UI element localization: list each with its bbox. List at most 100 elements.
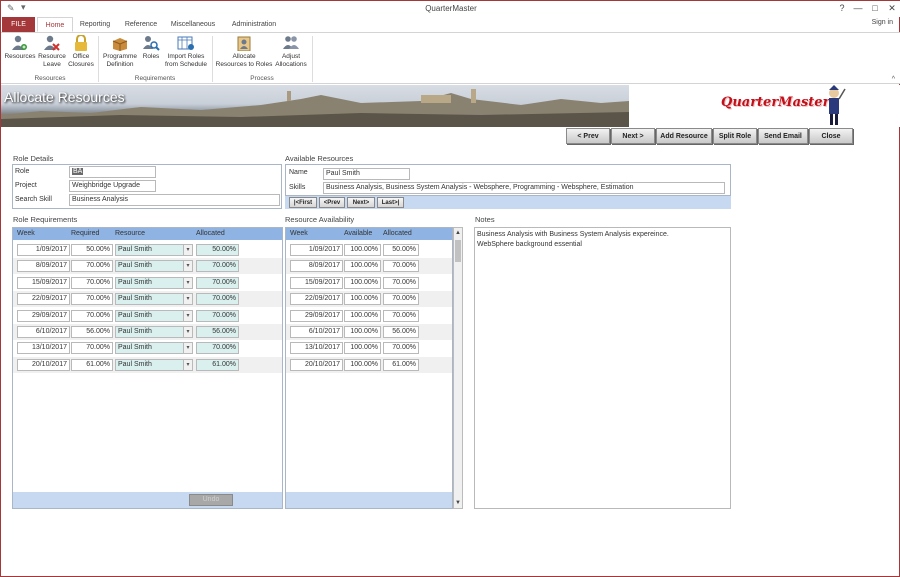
resources-button[interactable]: Resources (4, 35, 36, 61)
avail-allocated-cell[interactable]: 70.00% (383, 293, 419, 306)
notes-field[interactable]: Business Analysis with Business System A… (474, 227, 731, 509)
avail-allocated-cell[interactable]: 50.00% (383, 244, 419, 256)
tab-reporting[interactable]: Reporting (75, 17, 115, 32)
chevron-down-icon[interactable]: ▾ (183, 245, 192, 255)
resource-dropdown[interactable]: Paul Smith ▾ (115, 309, 193, 322)
office-closures-button[interactable]: Office Closures (67, 34, 95, 69)
avail-allocated-cell[interactable]: 61.00% (383, 358, 419, 371)
next-record-button[interactable]: Next> (347, 197, 375, 208)
allocated-cell[interactable]: 56.00% (196, 326, 239, 338)
allocated-cell[interactable]: 70.00% (196, 342, 239, 355)
close-button[interactable]: Close (809, 128, 853, 144)
chevron-down-icon[interactable]: ▾ (183, 261, 192, 272)
available-cell[interactable]: 100.00% (344, 342, 381, 355)
help-button[interactable]: ? (835, 3, 849, 13)
chevron-down-icon[interactable]: ▾ (183, 327, 192, 337)
allocated-cell[interactable]: 70.00% (196, 309, 239, 322)
week-cell[interactable]: 20/10/2017 (17, 358, 70, 371)
adjust-allocations-button[interactable]: Adjust Allocations (272, 35, 310, 69)
required-cell[interactable]: 70.00% (71, 260, 113, 273)
allocated-cell[interactable]: 50.00% (196, 244, 239, 256)
required-cell[interactable]: 61.00% (71, 358, 113, 371)
available-cell[interactable]: 100.00% (344, 358, 381, 371)
allocate-resources-button[interactable]: Allocate Resources to Roles (214, 35, 274, 69)
scroll-down-icon[interactable]: ▼ (454, 498, 462, 508)
name-field[interactable]: Paul Smith (323, 168, 410, 180)
required-cell[interactable]: 70.00% (71, 309, 113, 322)
avail-week-cell[interactable]: 6/10/2017 (290, 326, 343, 338)
avail-allocated-cell[interactable]: 70.00% (383, 276, 419, 289)
resource-dropdown[interactable]: Paul Smith ▾ (115, 326, 193, 338)
maximize-button[interactable]: □ (868, 3, 882, 13)
resource-dropdown[interactable]: Paul Smith ▾ (115, 293, 193, 306)
week-cell[interactable]: 13/10/2017 (17, 342, 70, 355)
undo-button[interactable]: Undo (189, 494, 233, 506)
available-cell[interactable]: 100.00% (344, 276, 381, 289)
resource-dropdown[interactable]: Paul Smith ▾ (115, 244, 193, 256)
chevron-down-icon[interactable]: ▾ (183, 277, 192, 288)
available-cell[interactable]: 100.00% (344, 293, 381, 306)
avail-allocated-cell[interactable]: 70.00% (383, 342, 419, 355)
required-cell[interactable]: 70.00% (71, 276, 113, 289)
project-field[interactable]: Weighbridge Upgrade (69, 180, 156, 192)
prev-button[interactable]: < Prev (566, 128, 610, 144)
search-skill-field[interactable]: Business Analysis (69, 194, 280, 206)
tab-administration[interactable]: Administration (225, 17, 283, 32)
allocated-cell[interactable]: 61.00% (196, 358, 239, 371)
avail-week-cell[interactable]: 13/10/2017 (290, 342, 343, 355)
next-button[interactable]: Next > (611, 128, 655, 144)
week-cell[interactable]: 1/09/2017 (17, 244, 70, 256)
programme-definition-button[interactable]: Programme Definition (100, 35, 140, 69)
collapse-ribbon-icon[interactable]: ^ (892, 76, 895, 83)
tab-reference[interactable]: Reference (121, 17, 161, 32)
first-record-button[interactable]: |<First (289, 197, 317, 208)
split-role-button[interactable]: Split Role (713, 128, 757, 144)
chevron-down-icon[interactable]: ▾ (183, 359, 192, 370)
resource-dropdown[interactable]: Paul Smith ▾ (115, 358, 193, 371)
resource-dropdown[interactable]: Paul Smith ▾ (115, 260, 193, 273)
tab-file[interactable]: FILE (2, 17, 35, 32)
scroll-up-icon[interactable]: ▲ (454, 228, 462, 238)
available-cell[interactable]: 100.00% (344, 244, 381, 256)
required-cell[interactable]: 70.00% (71, 342, 113, 355)
last-record-button[interactable]: Last>| (377, 197, 404, 208)
roles-button[interactable]: Roles (140, 35, 162, 61)
required-cell[interactable]: 56.00% (71, 326, 113, 338)
avail-week-cell[interactable]: 22/09/2017 (290, 293, 343, 306)
week-cell[interactable]: 22/09/2017 (17, 293, 70, 306)
sign-in-link[interactable]: Sign in (872, 19, 893, 26)
week-cell[interactable]: 15/09/2017 (17, 276, 70, 289)
avail-allocated-cell[interactable]: 56.00% (383, 326, 419, 338)
prev-record-button[interactable]: <Prev (319, 197, 345, 208)
week-cell[interactable]: 29/09/2017 (17, 309, 70, 322)
required-cell[interactable]: 50.00% (71, 244, 113, 256)
add-resource-button[interactable]: Add Resource (656, 128, 712, 144)
allocated-cell[interactable]: 70.00% (196, 276, 239, 289)
role-field[interactable]: BA (69, 166, 156, 178)
avail-week-cell[interactable]: 15/09/2017 (290, 276, 343, 289)
available-cell[interactable]: 100.00% (344, 260, 381, 273)
chevron-down-icon[interactable]: ▾ (183, 343, 192, 354)
week-cell[interactable]: 6/10/2017 (17, 326, 70, 338)
resource-leave-button[interactable]: Resource Leave (36, 35, 68, 69)
required-cell[interactable]: 70.00% (71, 293, 113, 306)
tab-miscellaneous[interactable]: Miscellaneous (167, 17, 219, 32)
avail-week-cell[interactable]: 8/09/2017 (290, 260, 343, 273)
chevron-down-icon[interactable]: ▾ (183, 310, 192, 321)
week-cell[interactable]: 8/09/2017 (17, 260, 70, 273)
scroll-thumb[interactable] (455, 240, 461, 262)
import-roles-button[interactable]: Import Roles from Schedule (162, 35, 210, 69)
avail-allocated-cell[interactable]: 70.00% (383, 309, 419, 322)
available-cell[interactable]: 100.00% (344, 309, 381, 322)
minimize-button[interactable]: — (851, 3, 865, 13)
resource-dropdown[interactable]: Paul Smith ▾ (115, 342, 193, 355)
skills-field[interactable]: Business Analysis, Business System Analy… (323, 182, 725, 194)
avail-week-cell[interactable]: 1/09/2017 (290, 244, 343, 256)
available-cell[interactable]: 100.00% (344, 326, 381, 338)
allocated-cell[interactable]: 70.00% (196, 293, 239, 306)
close-window-button[interactable]: ✕ (885, 3, 899, 14)
avail-allocated-cell[interactable]: 70.00% (383, 260, 419, 273)
avail-week-cell[interactable]: 20/10/2017 (290, 358, 343, 371)
resource-dropdown[interactable]: Paul Smith ▾ (115, 276, 193, 289)
chevron-down-icon[interactable]: ▾ (183, 294, 192, 305)
